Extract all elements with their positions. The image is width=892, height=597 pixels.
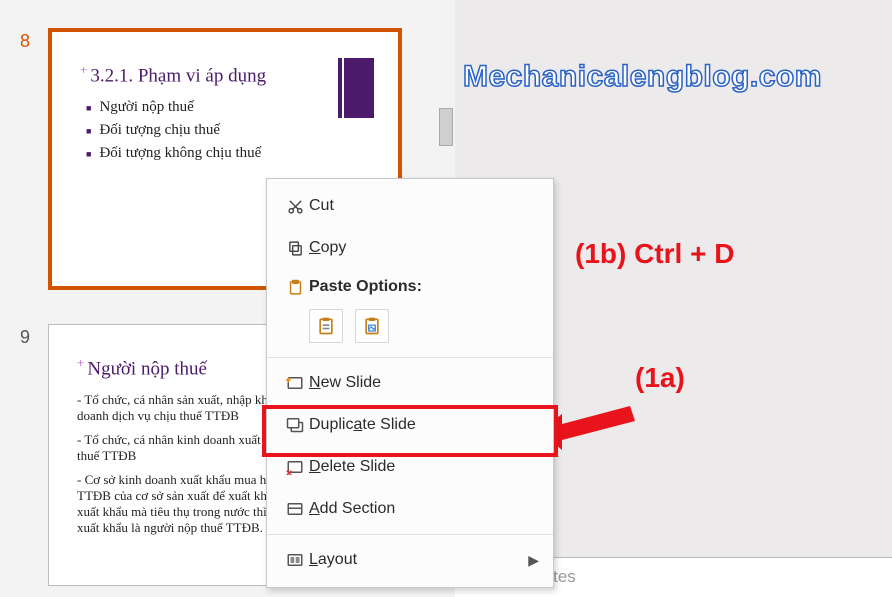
new-placeholder-icon: + [80,62,87,77]
menu-duplicate-slide[interactable]: Duplicate Slide [267,404,553,446]
menu-new-slide[interactable]: New Slide [267,362,553,404]
menu-label: Duplicate Slide [309,416,539,434]
paste-options-row [267,305,553,353]
menu-label: Copy [309,239,539,257]
bullet-item: Đối tượng không chịu thuế [86,145,370,162]
paste-as-picture-button[interactable] [355,309,389,343]
paste-keep-formatting-button[interactable] [309,309,343,343]
menu-separator [267,357,553,358]
paste-icon [281,278,309,297]
layout-icon [281,552,309,568]
menu-layout[interactable]: Layout ▶ [267,539,553,581]
new-placeholder-icon: + [77,355,84,370]
bullet-item: Người nộp thuế [86,99,370,116]
duplicate-slide-icon [281,417,309,434]
menu-label: Layout [309,551,528,569]
slide-number: 9 [20,327,30,348]
scrollbar-thumb[interactable] [439,108,453,146]
slide-number: 8 [20,31,30,52]
menu-label: New Slide [309,374,539,392]
menu-label: Cut [309,197,539,215]
bullet-item: Đối tượng chịu thuế [86,122,370,139]
menu-delete-slide[interactable]: Delete Slide [267,446,553,488]
copy-icon [281,240,309,257]
slide-context-menu: Cut Copy Paste Options: New Slide Duplic… [266,178,554,588]
cut-icon [281,198,309,215]
add-section-icon [281,501,309,517]
menu-separator [267,534,553,535]
clipboard-picture-icon [362,315,382,337]
annotation-shortcut: (1b) Ctrl + D [575,238,734,270]
watermark-text: Mechanicalengblog.com [463,60,822,94]
slide-title: +3.2.1. Phạm vi áp dụng [80,62,370,87]
menu-label: Paste Options: [309,278,539,296]
clipboard-icon [316,315,336,337]
submenu-arrow-icon: ▶ [528,552,539,569]
slide-accent-shape [344,58,374,118]
menu-label: Delete Slide [309,458,539,476]
menu-cut[interactable]: Cut [267,185,553,227]
annotation-callout: (1a) [635,362,685,394]
menu-copy[interactable]: Copy [267,227,553,269]
slide-bullet-list: Người nộp thuế Đối tượng chịu thuế Đối t… [86,99,370,162]
delete-slide-icon [281,459,309,475]
menu-paste-options-header: Paste Options: [267,269,553,305]
menu-label: Add Section [309,500,539,518]
new-slide-icon [281,375,309,391]
annotation-arrow-icon [540,396,640,451]
menu-add-section[interactable]: Add Section [267,488,553,530]
